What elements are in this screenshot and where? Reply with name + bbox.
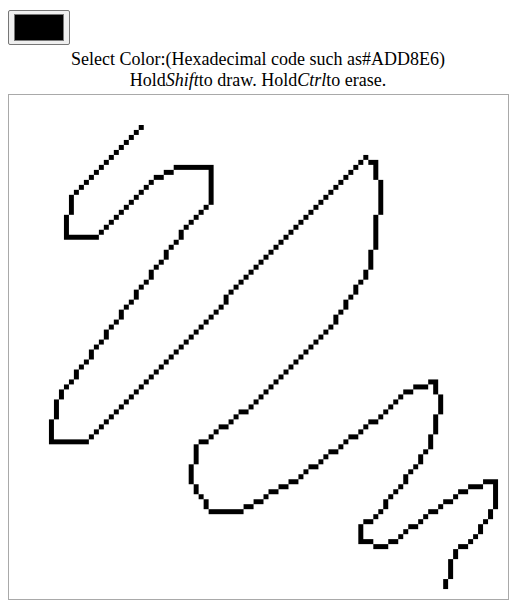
key-name: Shift bbox=[166, 70, 199, 90]
page: Select Color:(Hexadecimal code such as#A… bbox=[0, 0, 513, 600]
color-label: Select Color:(Hexadecimal code such as#A… bbox=[8, 49, 508, 70]
drawing-canvas[interactable] bbox=[8, 94, 509, 600]
color-picker[interactable] bbox=[8, 10, 70, 45]
instructions: HoldShiftto draw. HoldCtrlto erase. bbox=[8, 70, 508, 91]
key-name: Ctrl bbox=[297, 70, 326, 90]
instruction-text: to erase. bbox=[326, 70, 386, 90]
instruction-text: Hold bbox=[130, 70, 166, 90]
instruction-text: to draw. Hold bbox=[199, 70, 297, 90]
